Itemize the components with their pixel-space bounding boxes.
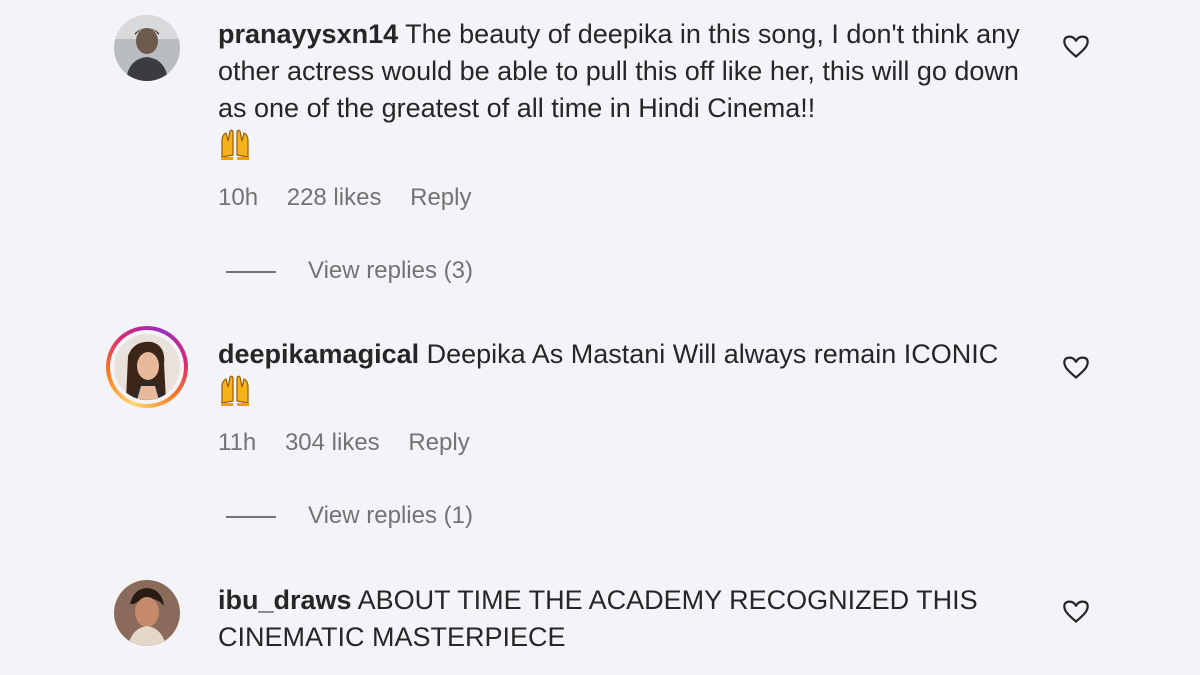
view-replies-button[interactable]: View replies (3) — [226, 257, 473, 285]
avatar[interactable] — [106, 326, 188, 408]
avatar[interactable] — [114, 580, 180, 646]
comment-likes[interactable]: 228 likes — [287, 184, 382, 211]
reply-button[interactable]: Reply — [410, 184, 471, 211]
view-replies-button[interactable]: View replies (1) — [226, 502, 473, 530]
heart-icon[interactable] — [1062, 597, 1090, 625]
heart-icon[interactable] — [1062, 353, 1090, 381]
user-avatar-icon — [114, 580, 180, 646]
comment-body: Deepika As Mastani Will always remain IC… — [426, 339, 999, 369]
comment-item: deepikamagical Deepika As Mastani Will a… — [0, 300, 1200, 560]
comment-meta: 11h 304 likes Reply — [218, 429, 492, 457]
comment-timestamp: 10h — [218, 184, 259, 211]
view-replies-label: View replies (1) — [308, 502, 473, 529]
user-avatar-icon — [114, 15, 180, 81]
comment-text: ibu_draws ABOUT TIME THE ACADEMY RECOGNI… — [218, 582, 1038, 656]
view-replies-label: View replies (3) — [308, 257, 473, 284]
divider — [226, 515, 276, 518]
heart-icon[interactable] — [1062, 32, 1090, 60]
comment-username[interactable]: pranayysxn14 — [218, 19, 398, 49]
comment-likes[interactable]: 304 likes — [285, 429, 380, 456]
comment-timestamp: 11h — [218, 429, 257, 456]
user-avatar-icon — [114, 334, 180, 400]
comment-username[interactable]: deepikamagical — [218, 339, 419, 369]
reply-button[interactable]: Reply — [408, 429, 469, 456]
comment-username[interactable]: ibu_draws — [218, 585, 352, 615]
divider — [226, 270, 276, 273]
comment-text: pranayysxn14 The beauty of deepika in th… — [218, 16, 1038, 165]
comment-item: ibu_draws ABOUT TIME THE ACADEMY RECOGNI… — [0, 560, 1200, 675]
raised-hands-icon — [221, 375, 249, 406]
avatar-photo — [114, 334, 180, 400]
comment-meta: 10h 228 likes Reply — [218, 184, 493, 212]
comment-text: deepikamagical Deepika As Mastani Will a… — [218, 336, 1038, 411]
comment-item: pranayysxn14 The beauty of deepika in th… — [0, 0, 1200, 300]
avatar[interactable] — [114, 15, 180, 81]
raised-hands-icon — [221, 129, 249, 160]
